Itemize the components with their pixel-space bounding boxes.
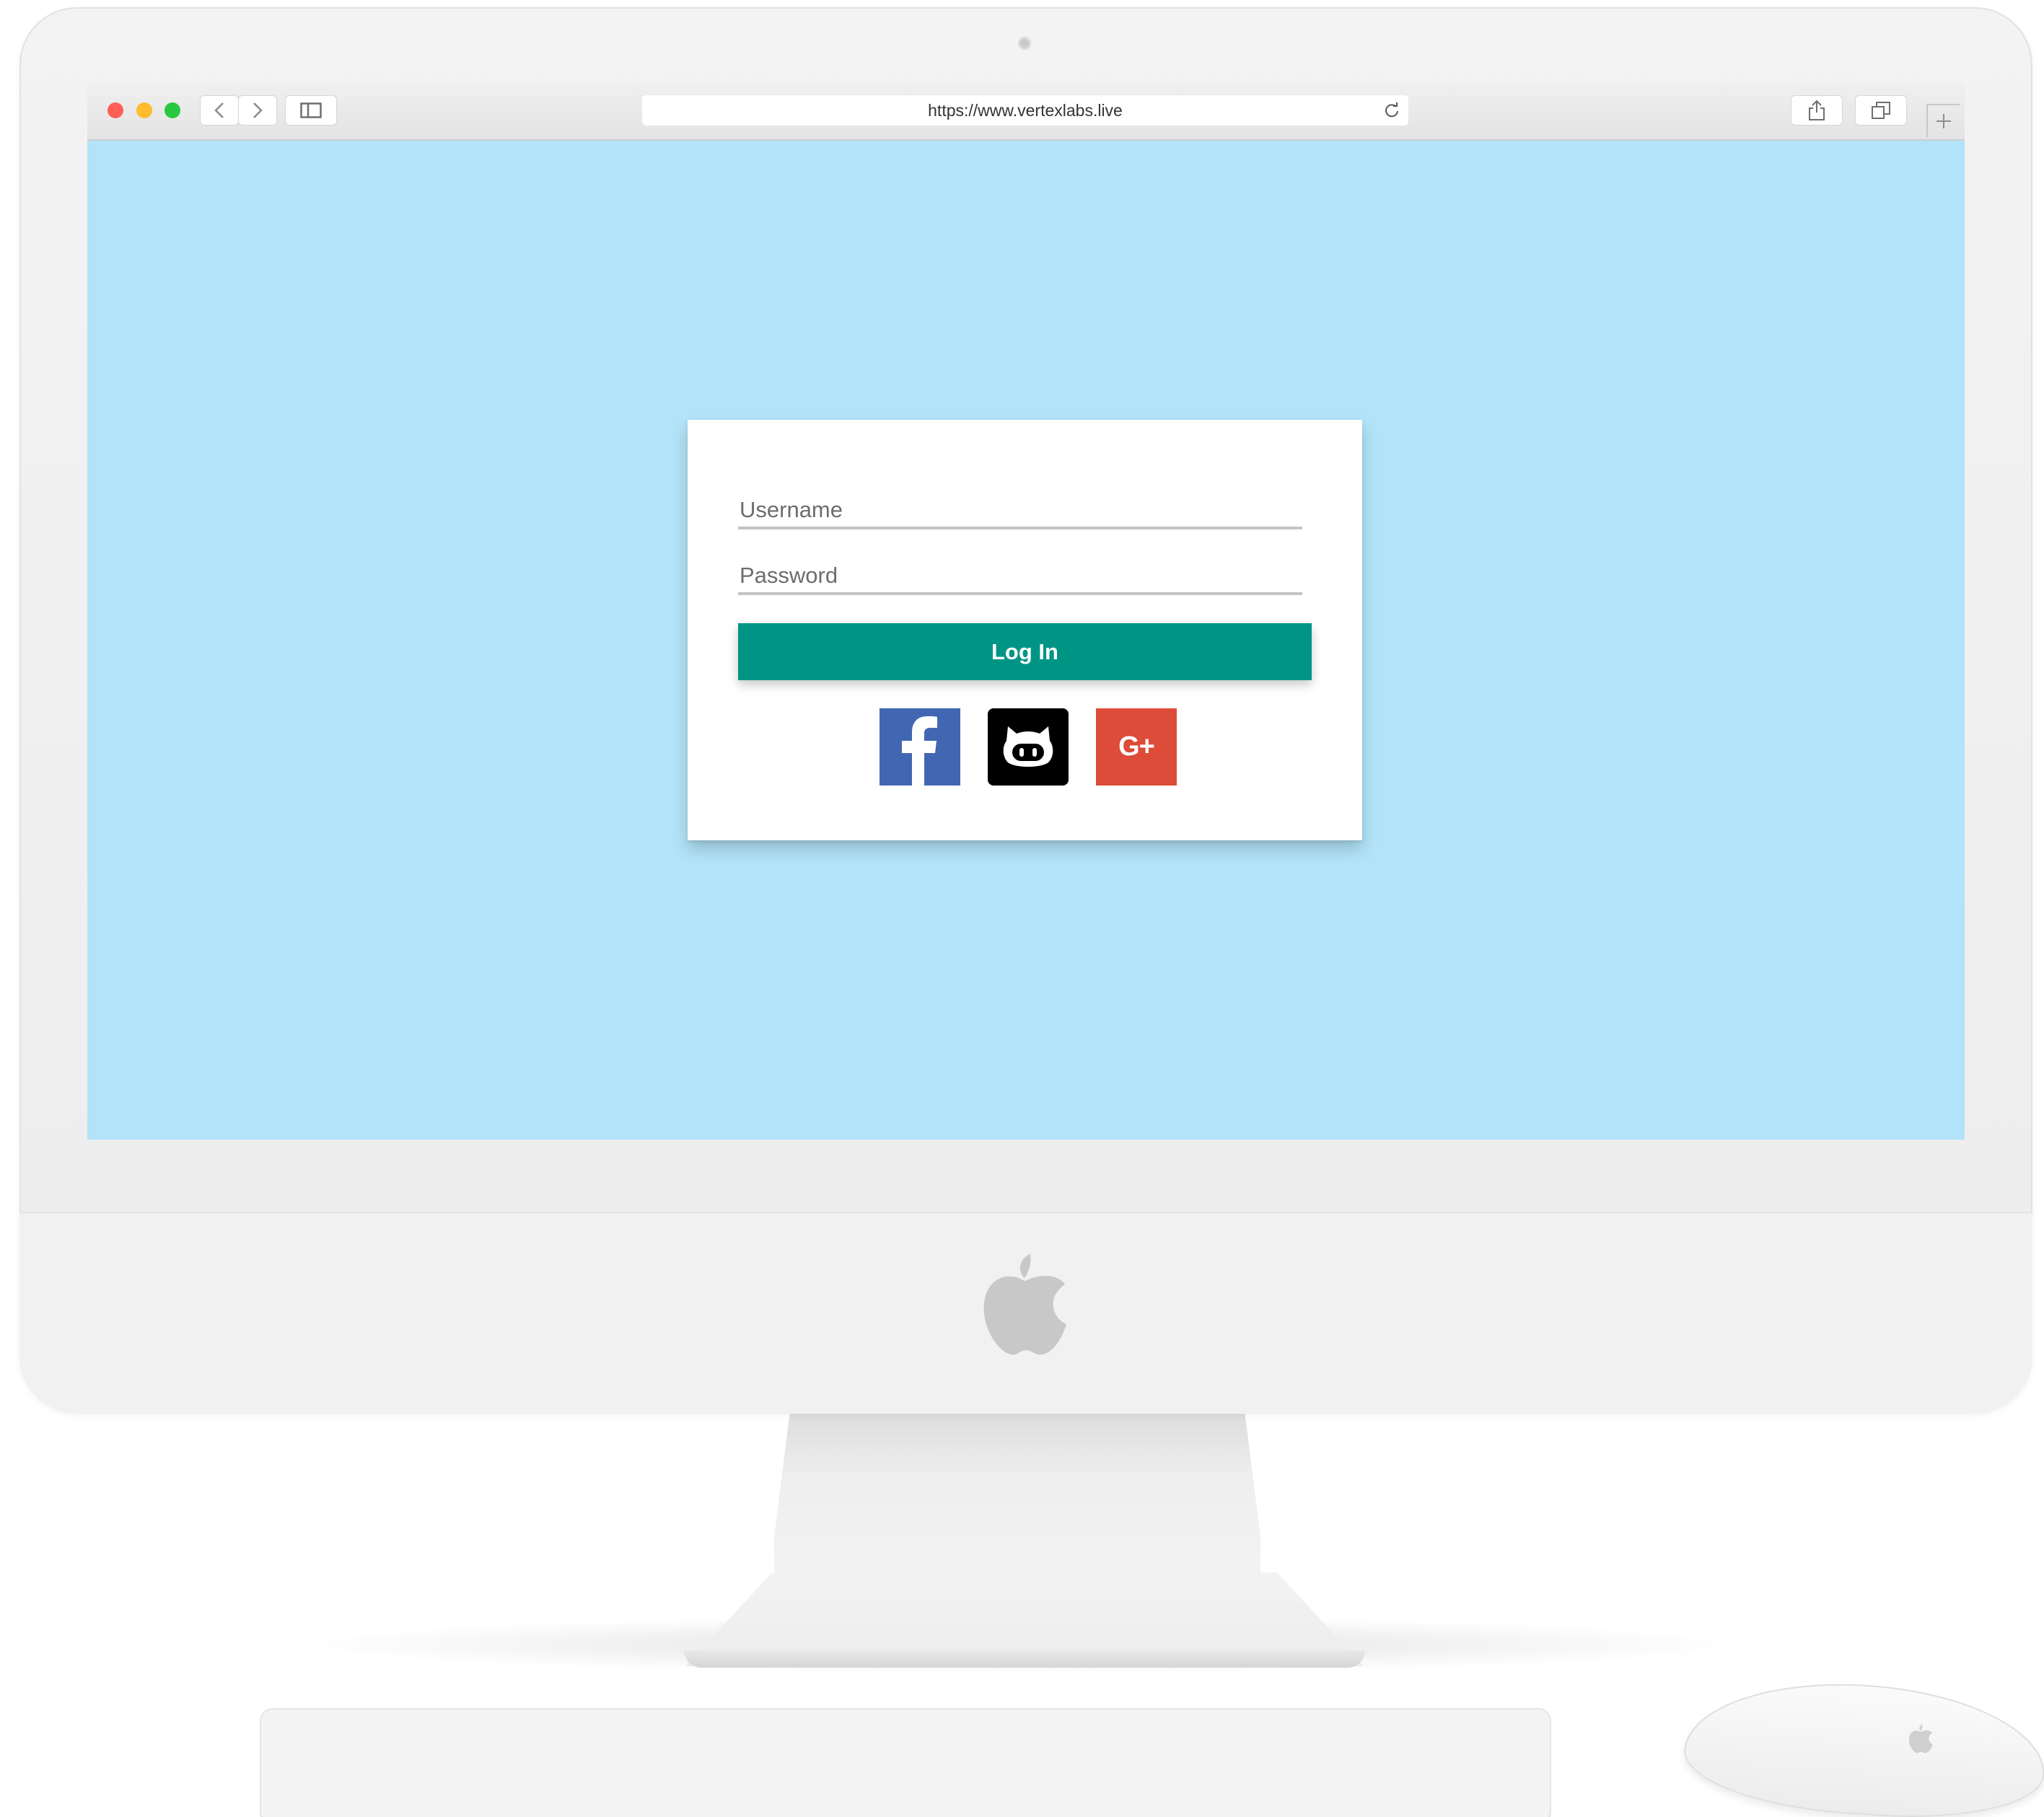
- chevron-right-icon: [253, 102, 263, 118]
- back-button[interactable]: [200, 95, 239, 126]
- facebook-login-button[interactable]: [880, 708, 960, 786]
- tabs-icon: [1872, 102, 1890, 119]
- minimize-window-button[interactable]: [136, 102, 152, 118]
- apple-logo-icon: [1908, 1724, 1933, 1754]
- facebook-icon: [902, 716, 937, 786]
- imac-stand-foot: [684, 1650, 1365, 1668]
- scene: https://www.vertexlabs.live Username Log…: [0, 0, 2044, 1817]
- share-button[interactable]: [1791, 95, 1843, 126]
- browser-window: https://www.vertexlabs.live Username Log…: [87, 82, 1965, 1140]
- username-field-wrapper: [738, 493, 1302, 529]
- address-bar[interactable]: https://www.vertexlabs.live: [642, 95, 1408, 126]
- username-input[interactable]: [738, 493, 1302, 527]
- plus-icon: [1936, 114, 1951, 128]
- url-text: https://www.vertexlabs.live: [928, 100, 1123, 120]
- github-login-button[interactable]: [988, 708, 1069, 786]
- google-plus-login-button[interactable]: G+: [1096, 708, 1177, 786]
- keyboard: [260, 1708, 1551, 1817]
- sidebar-toggle-button[interactable]: [285, 95, 337, 126]
- new-tab-button[interactable]: [1926, 104, 1960, 137]
- tabs-overview-button[interactable]: [1855, 95, 1907, 126]
- login-button[interactable]: Log In: [738, 623, 1312, 680]
- password-input[interactable]: [738, 559, 1302, 592]
- forward-button[interactable]: [238, 95, 277, 126]
- reload-icon[interactable]: [1384, 102, 1400, 118]
- mouse: [1680, 1672, 2044, 1817]
- apple-logo-icon: [983, 1254, 1066, 1355]
- share-icon: [1809, 100, 1825, 120]
- maximize-window-button[interactable]: [165, 102, 180, 118]
- browser-toolbar: https://www.vertexlabs.live: [87, 82, 1965, 141]
- google-plus-icon: G+: [1118, 731, 1155, 762]
- camera-icon: [1018, 37, 1031, 50]
- chevron-left-icon: [214, 102, 224, 118]
- close-window-button[interactable]: [108, 102, 123, 118]
- sidebar-icon: [300, 102, 322, 118]
- password-field-wrapper: [738, 559, 1302, 595]
- login-card: Log In G+: [688, 420, 1362, 840]
- github-icon: [1003, 726, 1053, 767]
